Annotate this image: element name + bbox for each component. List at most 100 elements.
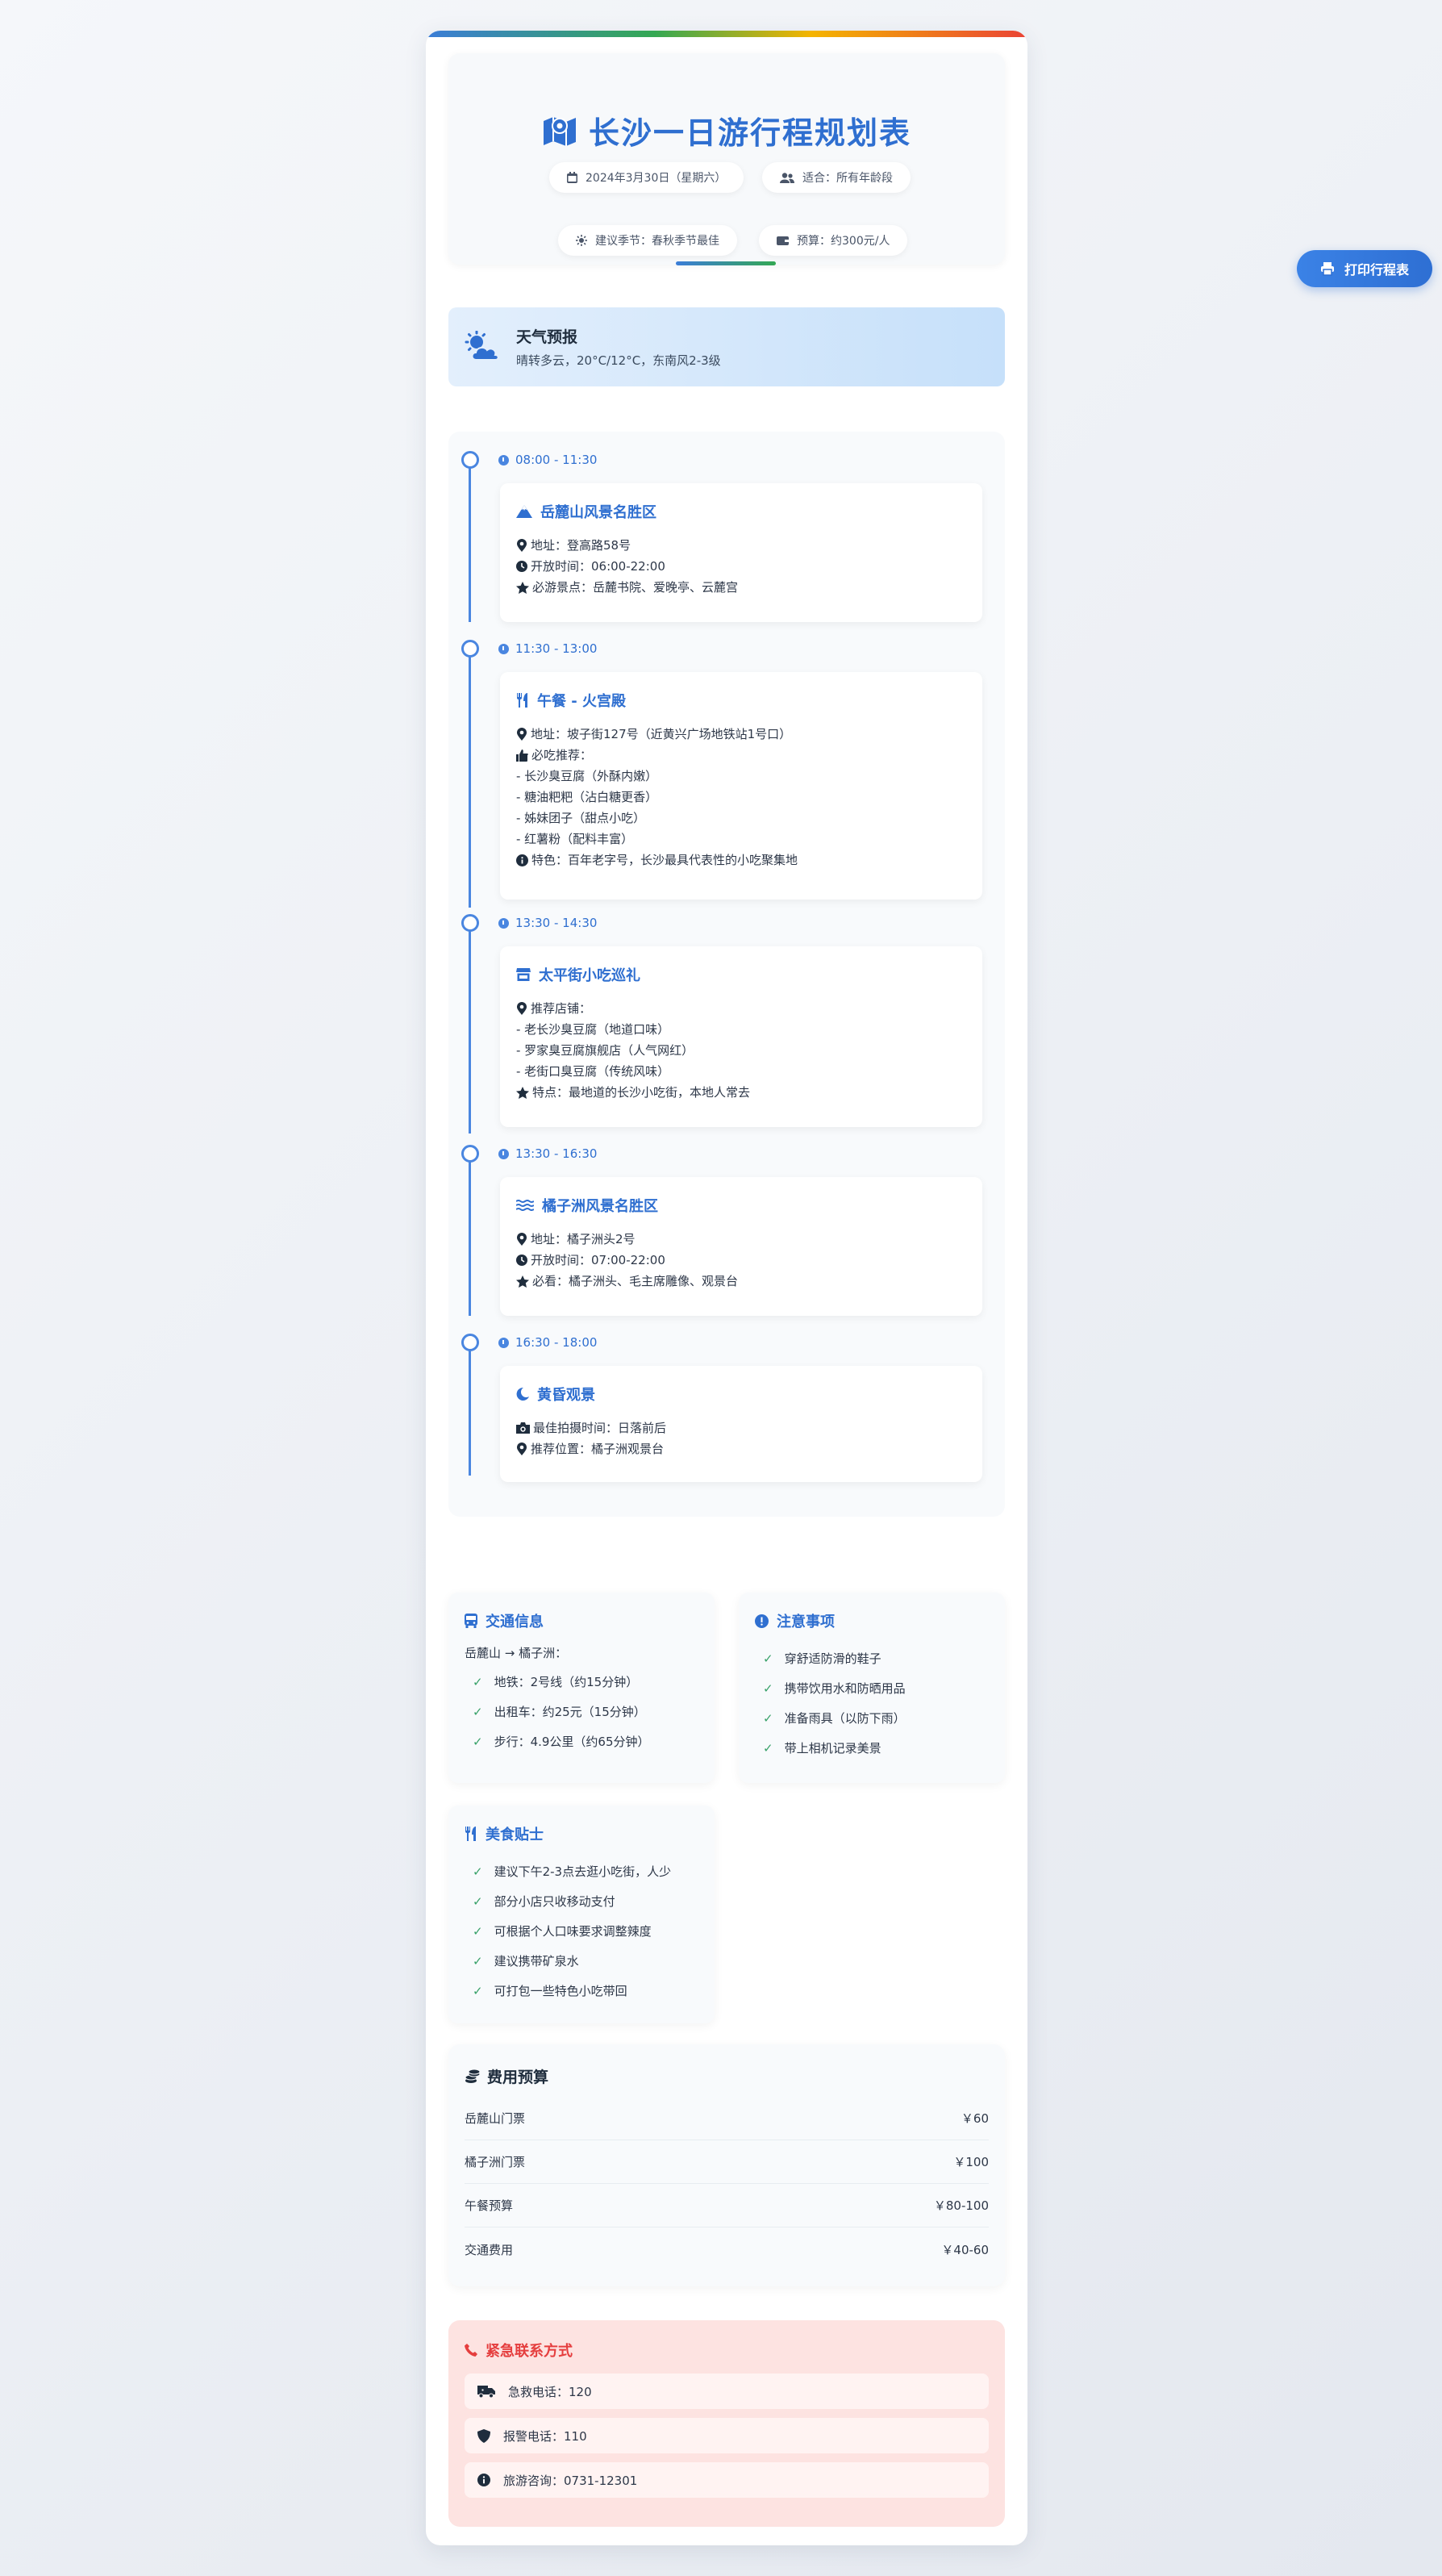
clock-icon	[516, 1255, 527, 1266]
cloud-sun-icon	[465, 331, 499, 361]
card-title: 岳麓山风景名胜区	[540, 504, 656, 521]
timeline-line	[469, 924, 471, 1134]
itinerary-page: 长沙一日游行程规划表 2024年3月30日（星期六） 适合：所有年龄段 建议季节…	[426, 31, 1027, 2545]
budget-row: 橘子洲门票 ￥100	[465, 2140, 989, 2184]
timeline-time: 13:30 - 16:30	[498, 1146, 597, 1161]
list-item: ✓ 带上相机记录美景	[755, 1734, 989, 1764]
check-icon: ✓	[473, 1924, 483, 1939]
print-button-label: 打印行程表	[1344, 262, 1409, 278]
utensils-icon	[465, 1827, 476, 1841]
card-title: 午餐 - 火宫殿	[537, 693, 627, 710]
page-title: 长沙一日游行程规划表	[588, 115, 911, 151]
exclamation-circle-icon	[755, 1614, 769, 1628]
shield-icon	[477, 2428, 490, 2443]
location-pin-icon	[517, 1002, 527, 1015]
card-title: 橘子洲风景名胜区	[542, 1198, 658, 1215]
phone-icon	[465, 2344, 477, 2357]
timeline-line	[469, 461, 471, 622]
emergency-card: 紧急联系方式 急救电话：120 报警电话：110 旅游咨询：0731-12301	[448, 2320, 1005, 2527]
clock-icon	[498, 454, 509, 466]
clock-icon	[498, 917, 509, 929]
timeline-card: 太平街小吃巡礼 推荐店铺： - 老长沙臭豆腐（地道口味） - 罗家臭豆腐旗舰店（…	[500, 946, 982, 1127]
emergency-contact[interactable]: 报警电话：110	[465, 2418, 989, 2453]
timeline-time: 08:00 - 11:30	[498, 453, 597, 467]
notes-title: 注意事项	[777, 1614, 835, 1630]
header-accent-bar	[676, 261, 776, 265]
check-icon: ✓	[473, 1894, 483, 1909]
list-item: ✓ 建议下午2-3点去逛小吃街，人少	[465, 1857, 698, 1887]
timeline-line	[469, 649, 471, 908]
list-item: ✓ 部分小店只收移动支付	[465, 1887, 698, 1917]
budget-title: 费用预算	[487, 2069, 549, 2086]
meta-season-text: 建议季节：春秋季节最佳	[595, 235, 719, 248]
sun-icon	[576, 235, 587, 246]
location-pin-icon	[517, 728, 527, 741]
wallet-icon	[777, 236, 789, 245]
info-circle-icon	[477, 2474, 490, 2486]
location-pin-icon	[517, 1442, 527, 1455]
list-item: ✓ 可根据个人口味要求调整辣度	[465, 1917, 698, 1947]
weather-title: 天气预报	[516, 328, 578, 346]
star-icon	[516, 1275, 529, 1288]
mountain-icon	[516, 505, 532, 518]
moon-icon	[516, 1388, 529, 1401]
emergency-title: 紧急联系方式	[486, 2343, 573, 2360]
list-item: ✓ 步行：4.9公里（约65分钟）	[465, 1727, 698, 1757]
coins-icon	[465, 2069, 481, 2083]
location-pin-icon	[517, 1233, 527, 1246]
weather-card: 天气预报 晴转多云，20°C/12°C，东南风2-3级	[448, 307, 1005, 386]
location-pin-icon	[517, 539, 527, 552]
list-item: ✓ 携带饮用水和防晒用品	[755, 1674, 989, 1704]
meta-audience: 适合：所有年龄段	[762, 162, 911, 193]
star-icon	[516, 581, 529, 594]
list-item: ✓ 建议携带矿泉水	[465, 1947, 698, 1977]
weather-description: 晴转多云，20°C/12°C，东南风2-3级	[516, 353, 721, 368]
emergency-contact[interactable]: 急救电话：120	[465, 2374, 989, 2409]
timeline-card: 橘子洲风景名胜区 地址：橘子洲头2号 开放时间：07:00-22:00 必看：橘…	[500, 1177, 982, 1316]
printer-icon	[1320, 262, 1334, 276]
food-tips-card: 美食贴士 ✓ 建议下午2-3点去逛小吃街，人少 ✓ 部分小店只收移动支付 ✓ 可根据个…	[448, 1806, 715, 2023]
print-button[interactable]: 打印行程表	[1297, 250, 1432, 287]
list-item: ✓ 出租车：约25元（15分钟）	[465, 1697, 698, 1727]
transport-route: 岳麓山 → 橘子洲：	[465, 1646, 568, 1660]
timeline-dot	[461, 640, 479, 658]
timeline-time: 16:30 - 18:00	[498, 1335, 597, 1350]
clock-icon	[516, 561, 527, 572]
clock-icon	[498, 1337, 509, 1348]
check-icon: ✓	[763, 1681, 773, 1696]
info-circle-icon	[516, 854, 528, 866]
check-icon: ✓	[473, 1675, 483, 1689]
budget-row: 岳麓山门票 ￥60	[465, 2097, 989, 2140]
check-icon: ✓	[473, 1984, 483, 1998]
ambulance-icon	[477, 2385, 495, 2398]
list-item: ✓ 可打包一些特色小吃带回	[465, 1977, 698, 2006]
users-icon	[780, 172, 794, 183]
map-marker-icon	[543, 116, 576, 146]
timeline-dot	[461, 1334, 479, 1351]
check-icon: ✓	[473, 1864, 483, 1879]
budget-card: 费用预算 岳麓山门票 ￥60 橘子洲门票 ￥100 午餐预算 ￥80-100 交通费用…	[448, 2044, 1005, 2286]
bus-icon	[465, 1614, 477, 1628]
timeline-card: 午餐 - 火宫殿 地址：坡子街127号（近黄兴广场地铁站1号口） 必吃推荐： -…	[500, 672, 982, 900]
notes-card: 注意事项 ✓ 穿舒适防滑的鞋子 ✓ 携带饮用水和防晒用品 ✓ 准备雨具（以防下雨） ✓…	[739, 1593, 1005, 1783]
header-card: 长沙一日游行程规划表 2024年3月30日（星期六） 适合：所有年龄段 建议季节…	[448, 53, 1005, 265]
clock-icon	[498, 1148, 509, 1159]
food-tips-title: 美食贴士	[486, 1827, 544, 1843]
timeline-time: 11:30 - 13:00	[498, 641, 597, 656]
check-icon: ✓	[473, 1705, 483, 1719]
timeline-line	[469, 1343, 471, 1476]
meta-budget: 预算：约300元/人	[759, 225, 908, 256]
timeline: 08:00 - 11:30 岳麓山风景名胜区 地址：登高路58号 开放时间：06…	[448, 432, 1005, 1517]
card-title: 黄昏观景	[537, 1387, 595, 1404]
list-item: ✓ 地铁：2号线（约15分钟）	[465, 1668, 698, 1697]
store-icon	[516, 968, 531, 981]
meta-season: 建议季节：春秋季节最佳	[558, 225, 737, 256]
emergency-contact[interactable]: 旅游咨询：0731-12301	[465, 2462, 989, 2498]
card-title: 太平街小吃巡礼	[539, 967, 640, 984]
transport-title: 交通信息	[486, 1614, 544, 1630]
budget-row: 交通费用 ￥40-60	[465, 2242, 989, 2257]
camera-icon	[516, 1422, 530, 1434]
check-icon: ✓	[763, 1651, 773, 1666]
clock-icon	[498, 643, 509, 654]
top-color-strip	[426, 31, 1027, 37]
